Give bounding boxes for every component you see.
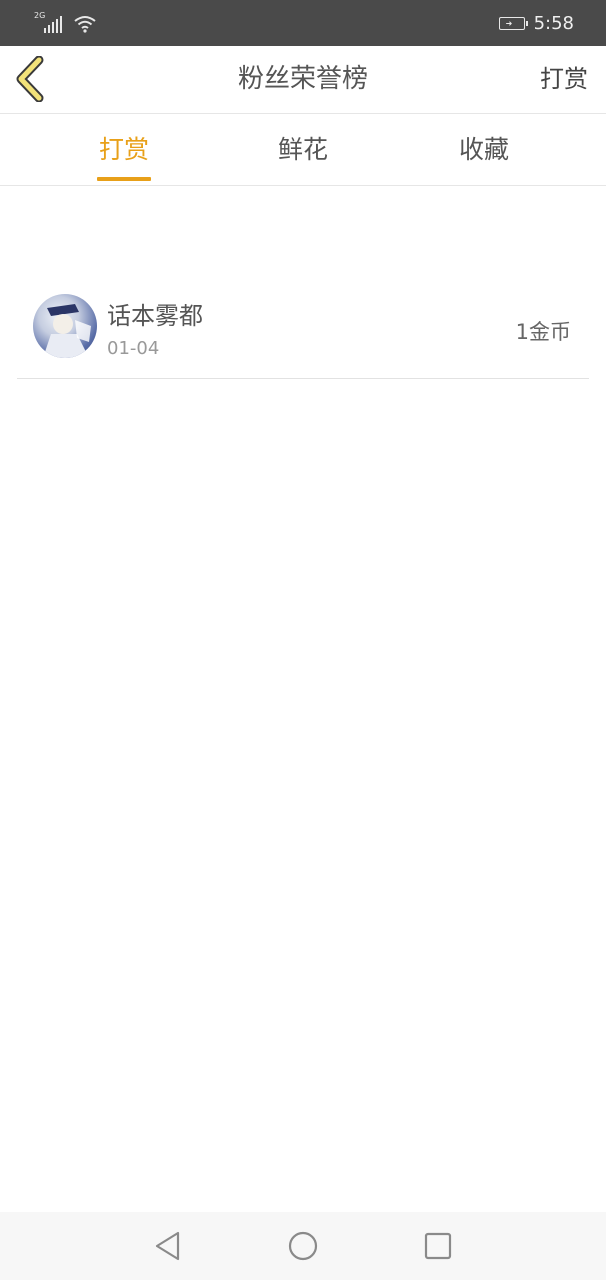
recent-square-icon (424, 1232, 452, 1260)
status-time: 5:58 (533, 12, 574, 34)
user-date: 01-04 (107, 338, 160, 359)
page-title: 粉丝荣誉榜 (237, 64, 368, 94)
tab-favorites[interactable]: 收藏 (424, 114, 544, 185)
home-circle-icon (288, 1231, 318, 1261)
header: 粉丝荣誉榜 打赏 (0, 46, 606, 114)
signal-icon (44, 15, 62, 33)
back-triangle-icon (155, 1231, 180, 1261)
tab-reward[interactable]: 打赏 (64, 114, 184, 185)
tab-favorites-label: 收藏 (458, 135, 509, 164)
battery-charging-icon: ➜ (498, 16, 528, 30)
tab-reward-label: 打赏 (98, 135, 149, 164)
nav-back-button[interactable] (150, 1228, 186, 1264)
network-type: 2G (34, 11, 46, 20)
reward-button[interactable]: 打赏 (540, 46, 588, 113)
tab-flowers-label: 鲜花 (277, 135, 328, 164)
avatar-image (43, 304, 91, 358)
status-bar: 2G ➜ 5:58 (0, 0, 606, 46)
nav-recent-button[interactable] (420, 1228, 456, 1264)
avatar (33, 294, 97, 358)
status-left: 2G (34, 11, 96, 33)
tab-flowers[interactable]: 鲜花 (243, 114, 363, 185)
reward-amount: 1金币 (515, 320, 571, 344)
status-right: ➜ 5:58 (498, 0, 574, 46)
wifi-icon (74, 16, 96, 33)
user-name: 话本雾都 (107, 302, 203, 330)
tab-active-indicator (97, 177, 151, 181)
system-nav-bar (0, 1212, 606, 1280)
nav-home-button[interactable] (285, 1228, 321, 1264)
list-item[interactable]: 话本雾都 01-04 1金币 (17, 290, 589, 379)
tab-bar: 打赏 鲜花 收藏 (0, 114, 606, 186)
